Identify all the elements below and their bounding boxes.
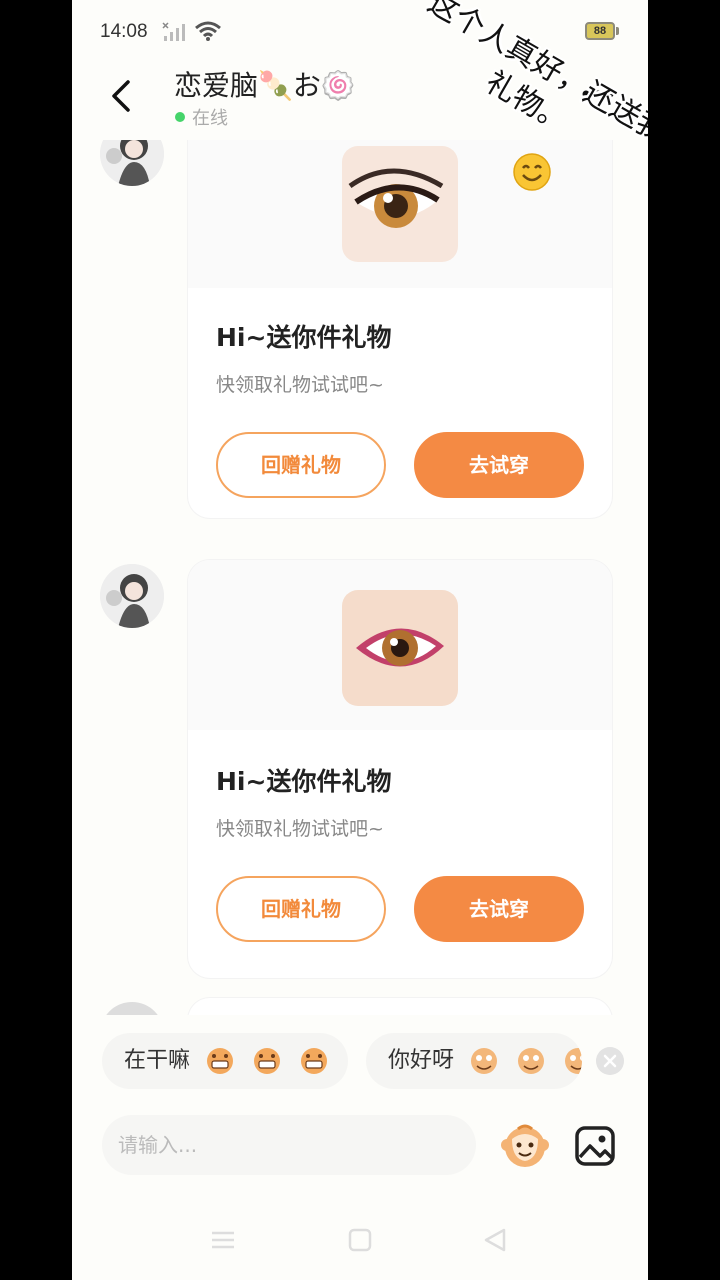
quick-reply-label: 你好呀 xyxy=(388,1048,455,1073)
contact-name: 恋爱脑🍡お🍥 xyxy=(174,69,356,102)
close-quick-replies-icon[interactable] xyxy=(596,1047,624,1075)
home-nav-icon[interactable] xyxy=(347,1227,373,1253)
smile-monkey-emoji-icon xyxy=(471,1048,498,1074)
gift-message-card: Hi~送你件礼物 快领取礼物试试吧~ 回赠礼物 去试穿 xyxy=(188,560,612,978)
smile-monkey-emoji-icon xyxy=(565,1048,582,1074)
wifi-icon xyxy=(195,21,221,41)
image-picker-icon[interactable] xyxy=(574,1125,616,1167)
try-on-button[interactable]: 去试穿 xyxy=(414,876,584,942)
gift-subtitle: 快领取礼物试试吧~ xyxy=(216,818,384,840)
status-time: 14:08 xyxy=(100,21,148,42)
message-input[interactable]: 请输入... xyxy=(102,1115,476,1175)
gift-eye-image[interactable] xyxy=(342,590,458,706)
online-dot xyxy=(175,112,185,122)
avatar-image xyxy=(100,564,164,628)
smile-emoji-icon xyxy=(513,153,551,191)
phone-screen: 14:08 88 恋爱脑🍡お🍥 在线 这个人真好，还送我礼物。 Hi~送你件礼物… xyxy=(72,0,648,1280)
back-nav-icon[interactable] xyxy=(482,1227,508,1253)
return-gift-button[interactable]: 回赠礼物 xyxy=(216,876,386,942)
grin-emoji-icon xyxy=(301,1048,328,1074)
eye-graphic xyxy=(342,590,458,706)
online-status: 在线 xyxy=(192,108,228,129)
grin-emoji-icon xyxy=(207,1048,234,1074)
grin-emoji-icon xyxy=(254,1048,281,1074)
gift-title: Hi~送你件礼物 xyxy=(216,323,392,352)
signal-icon xyxy=(162,22,185,41)
return-gift-button[interactable]: 回赠礼物 xyxy=(216,432,386,498)
battery-tip xyxy=(616,27,619,35)
smile-monkey-emoji-icon xyxy=(518,1048,545,1074)
composer-area: 在干嘛 你好呀 请输入... xyxy=(72,1015,648,1280)
back-arrow-icon[interactable] xyxy=(106,78,136,114)
menu-nav-icon[interactable] xyxy=(210,1227,236,1253)
quick-reply-label: 在干嘛 xyxy=(124,1048,191,1073)
gift-title: Hi~送你件礼物 xyxy=(216,767,392,796)
sticker-monkey-icon[interactable] xyxy=(498,1119,552,1173)
quick-reply-chip[interactable]: 你好呀 xyxy=(366,1033,582,1089)
gift-subtitle: 快领取礼物试试吧~ xyxy=(216,374,384,396)
quick-reply-chip[interactable]: 在干嘛 xyxy=(102,1033,348,1089)
battery-indicator: 88 xyxy=(585,22,615,40)
try-on-button[interactable]: 去试穿 xyxy=(414,432,584,498)
avatar[interactable] xyxy=(100,564,164,628)
